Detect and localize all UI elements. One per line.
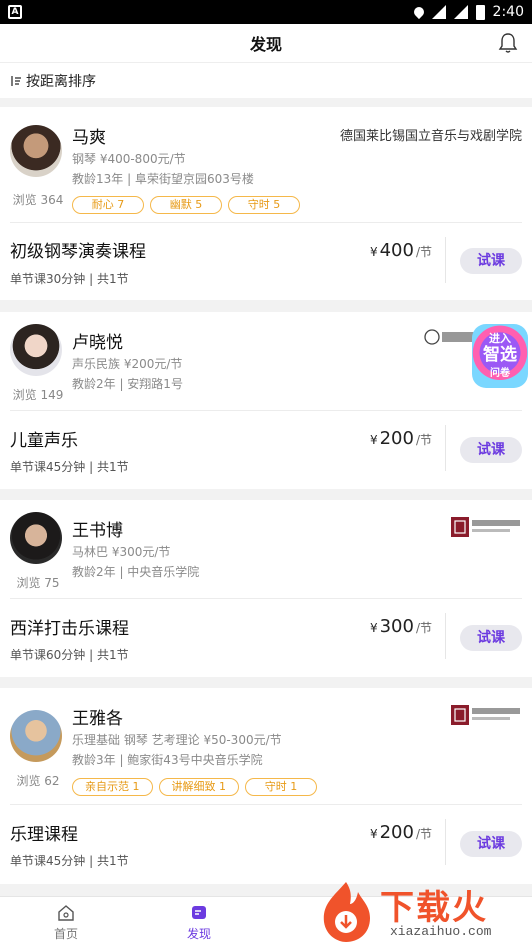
home-icon — [58, 905, 74, 921]
trial-button[interactable]: 试课 — [460, 625, 522, 651]
tag-badge: 幽默 5 — [150, 196, 222, 214]
trial-button[interactable]: 试课 — [460, 437, 522, 463]
top-header: 发现 — [0, 24, 532, 62]
status-time: 2:40 — [492, 4, 524, 20]
discover-icon — [192, 906, 206, 919]
watermark-text: 下载火 — [380, 888, 488, 928]
teacher-experience-address: 教龄3年 | 鲍家街43号中央音乐学院 — [72, 753, 263, 767]
tab-label: 首页 — [53, 927, 78, 941]
bell-icon[interactable] — [498, 32, 518, 54]
divider — [10, 598, 522, 599]
teacher-card[interactable]: 浏览 149 卢晓悦 声乐民族 ¥200元/节 教龄2年 | 安翔路1号 进入 … — [0, 312, 532, 489]
course-title: 乐理课程 — [10, 825, 78, 845]
tab-label: 发现 — [186, 927, 211, 941]
course-meta: 单节课30分钟 | 共1节 — [10, 272, 129, 286]
view-count: 浏览 364 — [12, 193, 64, 207]
status-icons: 2:40 — [411, 4, 524, 20]
divider — [445, 425, 446, 471]
divider — [10, 222, 522, 223]
sort-label: 按距离排序 — [26, 73, 96, 90]
sort-icon — [11, 75, 21, 86]
teacher-avatar — [10, 710, 62, 762]
teacher-avatar — [10, 324, 62, 376]
badge-line: 进入 — [489, 332, 511, 345]
tag-badge: 守时 1 — [245, 778, 317, 796]
school-logo-icon — [451, 705, 520, 725]
school-logo-icon — [451, 517, 520, 537]
course-meta: 单节课60分钟 | 共1节 — [10, 648, 129, 662]
teacher-name: 卢晓悦 — [72, 333, 123, 353]
school-logo-icon — [424, 329, 476, 345]
course-price: ¥200/节 — [369, 822, 432, 843]
app-root: A 2:40 发现 按距离排序 浏览 364 马爽 德国莱比锡国立音乐与戏剧学院… — [0, 0, 532, 946]
status-bar: A 2:40 — [0, 0, 532, 24]
teacher-avatar — [10, 125, 62, 177]
tag-badge: 耐心 7 — [72, 196, 144, 214]
teacher-experience-address: 教龄2年 | 安翔路1号 — [72, 377, 183, 391]
badge-line: 智选 — [483, 345, 517, 365]
teacher-card[interactable]: 浏览 75 王书博 马林巴 ¥300元/节 教龄2年 | 中央音乐学院 西洋打击… — [0, 500, 532, 677]
location-icon — [411, 4, 426, 20]
teacher-name: 马爽 — [72, 128, 106, 148]
divider — [10, 804, 522, 805]
teacher-subject-price: 乐理基础 钢琴 艺考理论 ¥50-300元/节 — [72, 733, 282, 747]
trial-button[interactable]: 试课 — [460, 831, 522, 857]
tag-badge: 亲自示范 1 — [72, 778, 153, 796]
teacher-card[interactable]: 浏览 364 马爽 德国莱比锡国立音乐与戏剧学院 钢琴 ¥400-800元/节 … — [0, 107, 532, 300]
teacher-experience-address: 教龄2年 | 中央音乐学院 — [72, 565, 200, 579]
course-meta: 单节课45分钟 | 共1节 — [10, 854, 129, 868]
divider — [445, 819, 446, 865]
teacher-experience-address: 教龄13年 | 阜荣街望京园603号楼 — [72, 172, 254, 186]
teacher-name: 王雅各 — [72, 709, 123, 729]
teacher-tags: 亲自示范 1 讲解细致 1 守时 1 — [72, 778, 317, 796]
divider — [10, 410, 522, 411]
page-title: 发现 — [249, 35, 282, 54]
sort-bar[interactable]: 按距离排序 — [0, 62, 532, 98]
course-price: ¥200/节 — [369, 428, 432, 449]
battery-icon — [475, 4, 485, 20]
tab-home[interactable]: 首页 — [31, 897, 101, 946]
watermark: 下载火 xiazaihuo.com — [312, 878, 532, 946]
tab-discover[interactable]: 发现 — [164, 897, 234, 946]
course-price: ¥300/节 — [369, 616, 432, 637]
smart-survey-badge[interactable]: 进入 智选 问卷 — [472, 324, 528, 388]
view-count: 浏览 62 — [16, 774, 60, 788]
divider — [445, 613, 446, 659]
course-meta: 单节课45分钟 | 共1节 — [10, 460, 129, 474]
divider — [445, 237, 446, 283]
tag-badge: 讲解细致 1 — [158, 778, 239, 796]
teacher-subject-price: 马林巴 ¥300元/节 — [72, 545, 171, 559]
teacher-avatar — [10, 512, 62, 564]
watermark-url: xiazaihuo.com — [390, 924, 492, 939]
view-count: 浏览 149 — [12, 388, 64, 402]
teacher-name: 王书博 — [72, 521, 123, 541]
teacher-subject-price: 钢琴 ¥400-800元/节 — [72, 152, 186, 166]
course-title: 儿童声乐 — [10, 431, 78, 451]
course-price: ¥400/节 — [369, 240, 432, 261]
badge-line: 问卷 — [490, 368, 510, 379]
teacher-card[interactable]: 浏览 62 王雅各 乐理基础 钢琴 艺考理论 ¥50-300元/节 教龄3年 |… — [0, 688, 532, 884]
teacher-school: 德国莱比锡国立音乐与戏剧学院 — [339, 129, 522, 144]
notification-icon: A — [8, 5, 22, 19]
tag-badge: 守时 5 — [228, 196, 300, 214]
course-title: 西洋打击乐课程 — [10, 619, 129, 639]
teacher-subject-price: 声乐民族 ¥200元/节 — [72, 357, 183, 371]
signal-icon — [453, 5, 468, 19]
teacher-tags: 耐心 7 幽默 5 守时 5 — [72, 196, 300, 214]
flame-logo-icon — [323, 882, 370, 942]
trial-button[interactable]: 试课 — [460, 248, 522, 274]
view-count: 浏览 75 — [16, 576, 60, 590]
wifi-icon — [431, 5, 446, 19]
course-title: 初级钢琴演奏课程 — [10, 242, 146, 262]
